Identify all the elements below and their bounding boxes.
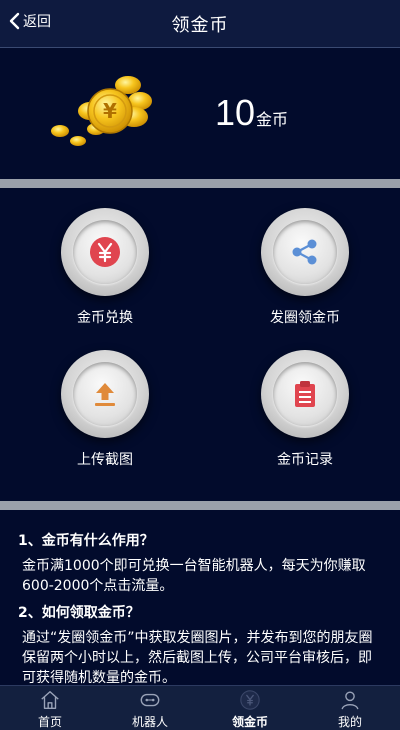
- tab-robot[interactable]: 机器人: [100, 686, 200, 730]
- robot-icon: [140, 693, 160, 707]
- tab-get-coins-label: 领金币: [231, 715, 268, 729]
- upload-icon: [95, 383, 115, 406]
- upload-screenshot-button[interactable]: 上传截图: [25, 350, 185, 469]
- page-title: 领金币: [171, 14, 229, 36]
- share-get-coins-label: 发圈领金币: [270, 310, 340, 326]
- yen-icon: [90, 237, 120, 267]
- bottom-tab-bar: 首页 机器人 领金币 我的: [0, 685, 400, 730]
- faq-answer: 通过“发圈领金币”中获取发圈图片，并发布到您的朋友圈保留两个小时以上，然后截图上…: [22, 630, 373, 686]
- tab-robot-label: 机器人: [131, 715, 168, 729]
- header: 返回 领金币: [0, 0, 400, 48]
- tab-mine-label: 我的: [337, 715, 362, 729]
- coin-exchange-button[interactable]: 金币兑换: [25, 208, 185, 327]
- tab-get-coins[interactable]: 领金币: [200, 686, 300, 730]
- faq-question: 2、如何领取金币？: [18, 605, 140, 621]
- back-button[interactable]: 返回: [8, 11, 51, 31]
- share-icon: [292, 239, 317, 265]
- coin-balance-panel: ¥ 10 金币: [0, 49, 400, 179]
- user-icon: [341, 691, 359, 710]
- coin-balance: 10 金币: [215, 92, 288, 134]
- faq-answer: 金币满1000个即可兑换一台智能机器人，每天为你赚取600-2000个点击流量。: [22, 558, 366, 594]
- gold-coins-icon: ¥: [51, 76, 152, 146]
- clipboard-icon: [295, 381, 315, 407]
- divider: [0, 501, 400, 510]
- chevron-left-icon: [9, 12, 20, 30]
- faq-section: 1、金币有什么作用？ 金币满1000个即可兑换一台智能机器人，每天为你赚取600…: [0, 510, 400, 686]
- tab-home-label: 首页: [37, 715, 62, 729]
- back-label: 返回: [23, 14, 51, 30]
- upload-screenshot-label: 上传截图: [77, 452, 133, 468]
- tab-home[interactable]: 首页: [0, 686, 100, 730]
- coin-record-label: 金币记录: [277, 452, 333, 468]
- coin-record-button[interactable]: 金币记录: [225, 350, 385, 469]
- svg-text:¥: ¥: [103, 99, 117, 123]
- share-get-coins-button[interactable]: 发圈领金币: [225, 208, 385, 327]
- coin-amount: 10: [215, 92, 256, 133]
- action-grid: 金币兑换 发圈领金币 上传截图 金币记录: [0, 188, 400, 501]
- divider: [0, 179, 400, 188]
- yen-coin-icon: [240, 690, 260, 710]
- coin-exchange-label: 金币兑换: [77, 310, 133, 326]
- tab-mine[interactable]: 我的: [300, 686, 400, 730]
- home-icon: [41, 691, 59, 709]
- faq-question: 1、金币有什么作用？: [18, 533, 154, 549]
- coin-unit: 金币: [256, 110, 289, 129]
